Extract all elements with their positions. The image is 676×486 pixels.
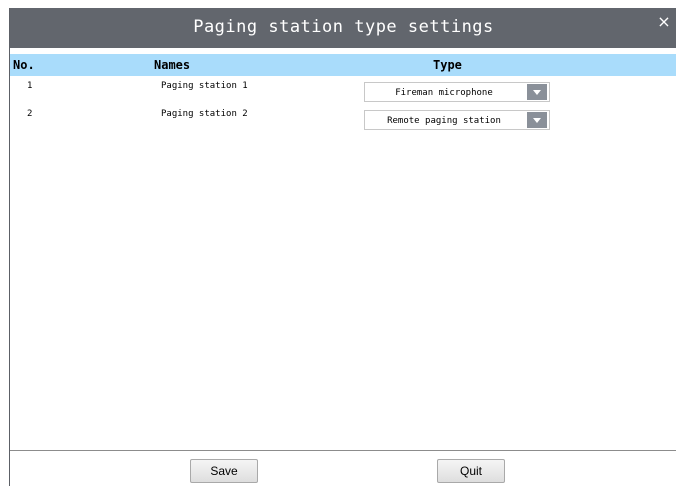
type-select[interactable]: Fireman microphone xyxy=(364,82,550,102)
title-bar: Paging station type settings × xyxy=(10,8,676,48)
type-select-value: Remote paging station xyxy=(387,116,501,126)
column-header-type: Type xyxy=(433,58,462,72)
dialog-title: Paging station type settings xyxy=(193,17,494,37)
type-select[interactable]: Remote paging station xyxy=(364,110,550,130)
table-row: 1 Paging station 1 Fireman microphone xyxy=(10,81,676,107)
table-header: No. Names Type xyxy=(10,54,676,76)
quit-button[interactable]: Quit xyxy=(437,459,505,483)
row-number: 1 xyxy=(27,81,33,91)
footer-divider xyxy=(10,450,676,451)
save-button[interactable]: Save xyxy=(190,459,258,483)
column-header-no: No. xyxy=(13,58,35,72)
chevron-down-icon[interactable] xyxy=(527,112,547,128)
table-row: 2 Paging station 2 Remote paging station xyxy=(10,109,676,135)
type-select-value: Fireman microphone xyxy=(395,88,493,98)
chevron-down-icon[interactable] xyxy=(527,84,547,100)
column-header-names: Names xyxy=(154,58,191,72)
close-icon[interactable]: × xyxy=(655,13,673,31)
station-name: Paging station 1 xyxy=(161,81,248,91)
row-number: 2 xyxy=(27,109,33,119)
paging-station-type-dialog: Paging station type settings × No. Names… xyxy=(9,8,676,486)
station-name: Paging station 2 xyxy=(161,109,248,119)
